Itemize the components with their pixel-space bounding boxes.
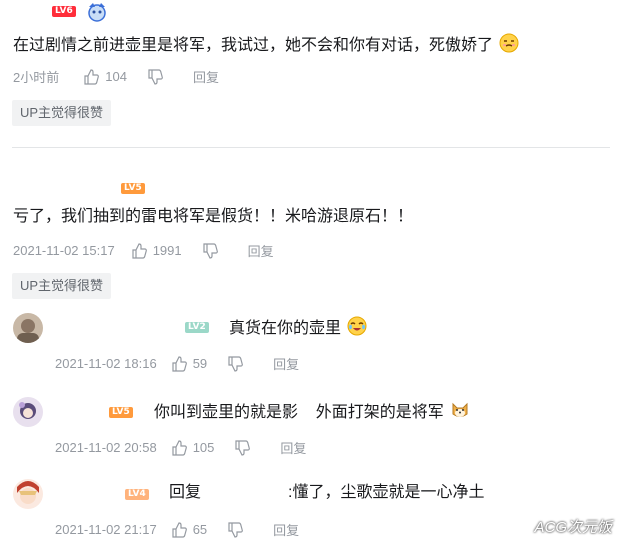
thumbs-down-icon bbox=[203, 242, 218, 259]
dislike-button[interactable] bbox=[234, 439, 251, 456]
comment-1: LV6 在过剧情之前进壶里是将军，我试过，她不会和你有对话，死傲娇了 2小时前 … bbox=[0, 0, 620, 140]
thumbs-down-icon bbox=[228, 355, 244, 372]
avatar[interactable] bbox=[13, 397, 43, 427]
dislike-button[interactable] bbox=[147, 68, 163, 85]
reply-time: 2021-11-02 21:17 bbox=[55, 522, 157, 537]
divider bbox=[12, 147, 610, 148]
like-count: 65 bbox=[192, 522, 208, 537]
like-button[interactable]: 1991 bbox=[131, 242, 182, 259]
decoration-icon bbox=[88, 3, 106, 22]
like-count: 59 bbox=[192, 356, 208, 371]
thumbs-down-icon bbox=[148, 68, 163, 85]
reply-text: :懂了，尘歌壶就是一心净土 bbox=[288, 484, 485, 501]
level-badge: LV4 bbox=[125, 489, 149, 500]
level-badge: LV5 bbox=[109, 407, 133, 418]
reply-2: LV5 你叫到壶里的就是影 外面打架的是将军 2021-11-02 20:58 … bbox=[0, 392, 620, 462]
like-count: 1991 bbox=[152, 243, 182, 258]
dislike-button[interactable] bbox=[227, 355, 244, 372]
dislike-button[interactable] bbox=[202, 242, 218, 259]
like-count: 105 bbox=[192, 440, 215, 455]
smug-emoji-icon bbox=[499, 33, 519, 53]
comment-2: LV5 亏了，我们抽到的雷电将军是假货！！米哈游退原石！！ 2021-11-02… bbox=[0, 150, 620, 300]
reply-button[interactable]: 回复 bbox=[193, 67, 219, 86]
like-button[interactable]: 105 bbox=[171, 439, 215, 456]
like-button[interactable]: 65 bbox=[171, 521, 208, 538]
avatar[interactable] bbox=[13, 313, 43, 343]
level-badge: LV5 bbox=[121, 183, 145, 194]
comment-text: 亏了，我们抽到的雷电将军是假货！！米哈游退原石！！ bbox=[13, 208, 414, 225]
thumbs-up-icon bbox=[172, 439, 187, 456]
up-liked-badge: UP主觉得很赞 bbox=[12, 100, 112, 126]
comment-time: 2小时前 bbox=[13, 70, 60, 85]
thumbs-down-icon bbox=[235, 439, 251, 456]
reply-3: LV4 回复 :懂了，尘歌壶就是一心净土 2021-11-02 21:17 65… bbox=[0, 474, 620, 545]
reply-prefix: 回复 bbox=[169, 484, 202, 501]
comment-time: 2021-11-02 15:17 bbox=[13, 243, 115, 258]
like-button[interactable]: 59 bbox=[171, 355, 208, 372]
level-badge: LV6 bbox=[52, 6, 76, 17]
crying-laughing-emoji-icon bbox=[347, 316, 367, 336]
reply-text: 你叫到壶里的就是影 外面打架的是将军 bbox=[154, 404, 444, 421]
shiba-dog-emoji-icon bbox=[452, 402, 468, 417]
thumbs-up-icon bbox=[172, 355, 187, 372]
watermark: ACG次元饭 bbox=[534, 519, 612, 536]
avatar[interactable] bbox=[13, 479, 43, 509]
reply-button[interactable]: 回复 bbox=[248, 241, 274, 260]
comment-text: 在过剧情之前进壶里是将军，我试过，她不会和你有对话，死傲娇了 bbox=[13, 37, 494, 54]
reply-button[interactable]: 回复 bbox=[273, 520, 299, 539]
reply-button[interactable]: 回复 bbox=[273, 354, 299, 373]
like-count: 104 bbox=[105, 69, 127, 84]
thumbs-down-icon bbox=[228, 521, 244, 538]
reply-time: 2021-11-02 20:58 bbox=[55, 440, 157, 455]
reply-button[interactable]: 回复 bbox=[280, 438, 306, 457]
thumbs-up-icon bbox=[132, 242, 147, 259]
level-badge: LV2 bbox=[185, 322, 209, 333]
reply-text: 真货在你的壶里 bbox=[229, 320, 342, 337]
up-liked-badge: UP主觉得很赞 bbox=[12, 273, 112, 299]
thumbs-up-icon bbox=[84, 68, 100, 85]
thumbs-up-icon bbox=[172, 521, 187, 538]
reply-time: 2021-11-02 18:16 bbox=[55, 356, 157, 371]
dislike-button[interactable] bbox=[227, 521, 244, 538]
like-button[interactable]: 104 bbox=[83, 68, 127, 85]
reply-1: LV2 真货在你的壶里 2021-11-02 18:16 59 回复 bbox=[0, 308, 620, 378]
